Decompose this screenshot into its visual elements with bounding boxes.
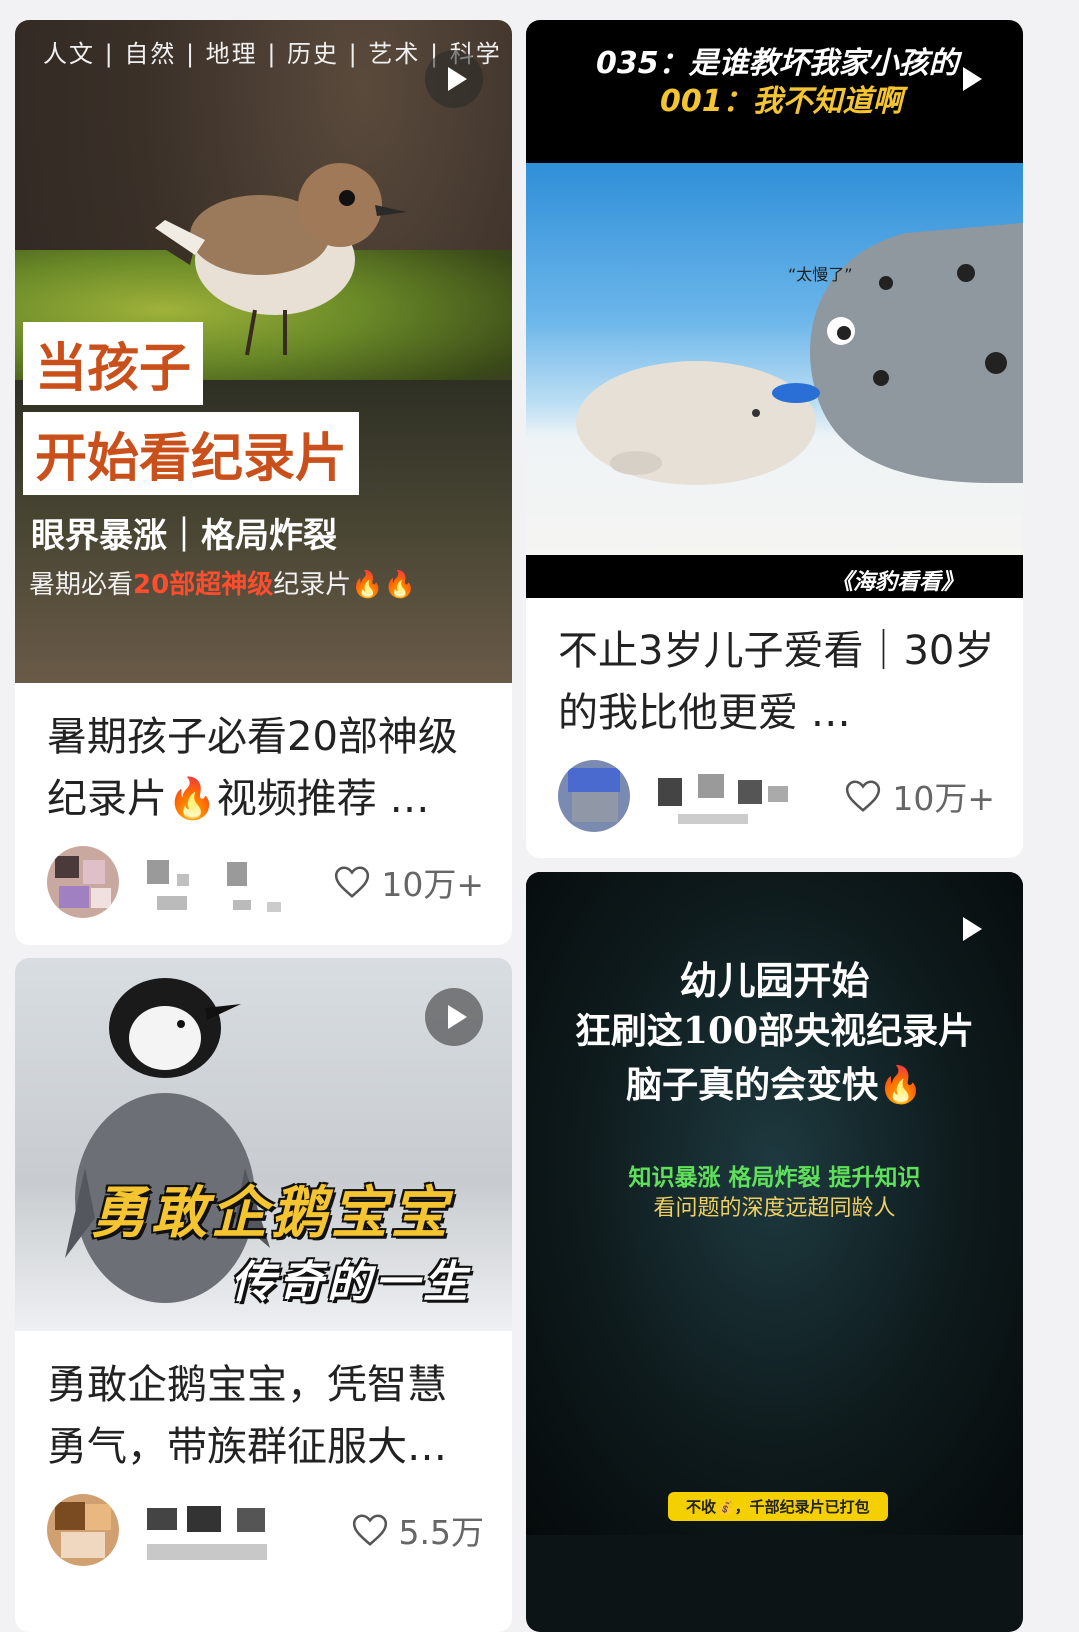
video-feed: 人文 | 自然 | 地理 | 历史 | 艺术 | 科学 当孩子 开始看纪录片 眼… xyxy=(0,0,1079,1632)
play-icon[interactable] xyxy=(940,50,998,108)
card-meta: 10万+ xyxy=(47,846,484,918)
video-title[interactable]: 勇敢企鹅宝宝，凭智慧勇气，带族群征服大… xyxy=(47,1354,484,1478)
like-count[interactable]: 10万+ xyxy=(844,772,995,820)
video-cover-3[interactable]: 勇敢企鹅宝宝 传奇的一生 xyxy=(15,958,512,1331)
play-icon[interactable] xyxy=(425,50,483,108)
cover-headline-2: 传奇的一生 xyxy=(231,1257,471,1308)
cover-subtitle-2: 暑期必看20部超神级纪录片🔥🔥 xyxy=(29,564,416,601)
card-meta: 10万+ xyxy=(558,760,995,832)
cover-headline-1: 勇敢企鹅宝宝 xyxy=(91,1181,451,1246)
cover-badge: 不收💰，千部纪录片已打包 xyxy=(668,1492,888,1521)
heart-icon[interactable] xyxy=(351,1512,389,1548)
username-blurred[interactable] xyxy=(147,1500,297,1562)
like-count-text: 5.5万 xyxy=(398,1513,484,1552)
avatar[interactable] xyxy=(47,846,119,918)
cover-headline-1: 当孩子 xyxy=(23,322,204,405)
cover-green-line: 知识暴涨 格局炸裂 提升知识 xyxy=(628,1165,921,1191)
heart-icon[interactable] xyxy=(333,864,371,900)
video-cover-4[interactable]: 幼儿园开始 狂刷这100部央视纪录片 脑子真的会变快🔥 知识暴涨 格局炸裂 提升… xyxy=(526,872,1023,1535)
seal-illustration xyxy=(576,223,1023,485)
like-count[interactable]: 10万+ xyxy=(333,858,484,906)
video-card-1[interactable]: 人文 | 自然 | 地理 | 历史 | 艺术 | 科学 当孩子 开始看纪录片 眼… xyxy=(15,20,512,945)
avatar[interactable] xyxy=(558,760,630,832)
cover-subtitle-2-prefix: 暑期必看 xyxy=(29,570,134,600)
video-card-2[interactable]: 035：是谁教坏我家小孩的 001：我不知道啊 “太慢了” 《海豹看看》 不止3… xyxy=(526,20,1023,858)
play-icon[interactable] xyxy=(425,988,483,1046)
cover-line-1: 幼儿园开始 xyxy=(679,958,870,1003)
video-cover-1[interactable]: 人文 | 自然 | 地理 | 历史 | 艺术 | 科学 当孩子 开始看纪录片 眼… xyxy=(15,20,512,683)
cover-line-2: 狂刷这100部央视纪录片 xyxy=(574,1010,975,1052)
cover-line-3: 脑子真的会变快🔥 xyxy=(626,1064,923,1106)
scene-sky: “太慢了” xyxy=(526,163,1023,555)
video-card-3[interactable]: 勇敢企鹅宝宝 传奇的一生 勇敢企鹅宝宝，凭智慧勇气，带族群征服大… 5.5万 xyxy=(15,958,512,1632)
cover-yellow-line: 看问题的深度远超同龄人 xyxy=(653,1196,896,1221)
cover-subtitle-2-suffix: 纪录片🔥🔥 xyxy=(273,570,416,600)
username-blurred[interactable] xyxy=(147,852,297,914)
cover-subtitle-2-highlight: 20部超神级 xyxy=(133,570,274,600)
video-cover-2[interactable]: 035：是谁教坏我家小孩的 001：我不知道啊 “太慢了” 《海豹看看》 xyxy=(526,20,1023,598)
speech-caption: “太慢了” xyxy=(788,265,853,284)
video-title[interactable]: 不止3岁儿子爱看｜30岁的我比他更爱 … xyxy=(558,620,995,744)
cover-subtitle-1: 眼界暴涨｜格局炸裂 xyxy=(31,516,337,556)
card-meta: 5.5万 xyxy=(47,1494,484,1566)
show-title: 《海豹看看》 xyxy=(830,570,963,595)
like-count[interactable]: 5.5万 xyxy=(351,1506,484,1554)
cover-caption-2: 001：我不知道啊 xyxy=(660,84,903,119)
video-card-4[interactable]: 幼儿园开始 狂刷这100部央视纪录片 脑子真的会变快🔥 知识暴涨 格局炸裂 提升… xyxy=(526,872,1023,1632)
username-blurred[interactable] xyxy=(658,766,808,828)
avatar[interactable] xyxy=(47,1494,119,1566)
like-count-text: 10万+ xyxy=(381,865,484,904)
cover-headline-2: 开始看纪录片 xyxy=(23,412,360,495)
video-title[interactable]: 暑期孩子必看20部神级纪录片🔥视频推荐 … xyxy=(47,706,484,830)
heart-icon[interactable] xyxy=(844,778,882,814)
like-count-text: 10万+ xyxy=(892,779,995,818)
